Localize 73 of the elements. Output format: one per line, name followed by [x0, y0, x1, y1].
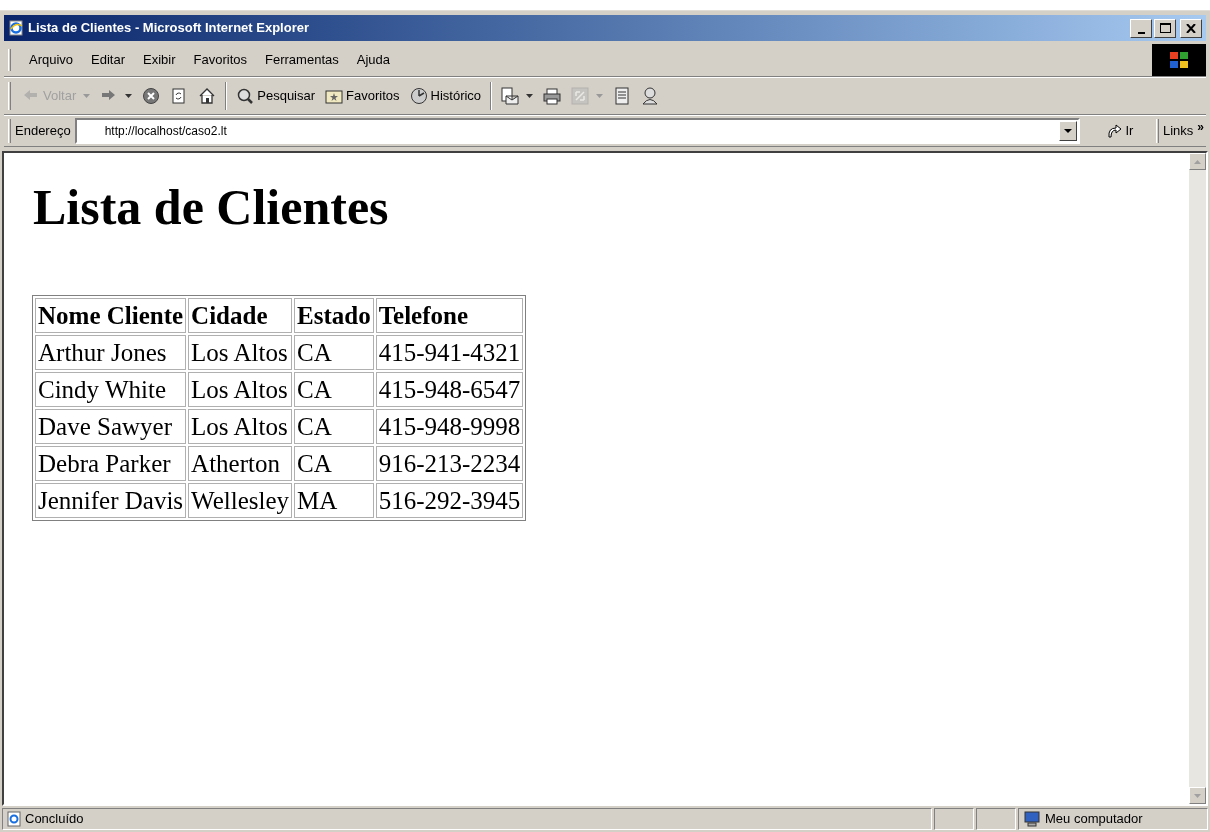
- arrow-icon: [1106, 123, 1123, 139]
- table-cell: Los Altos: [188, 409, 293, 444]
- table-cell: 415-948-6547: [375, 372, 524, 407]
- search-icon: [236, 87, 255, 105]
- dropdown-button[interactable]: [1058, 121, 1077, 141]
- column-header: Nome Cliente: [35, 298, 187, 333]
- column-header: Telefone: [375, 298, 524, 333]
- status-panel: Concluído: [2, 808, 932, 830]
- caret-icon: [526, 94, 534, 98]
- computer-icon: [1023, 811, 1041, 827]
- table-cell: CA: [294, 335, 374, 370]
- close-icon: [1186, 23, 1196, 33]
- maximize-button[interactable]: [1154, 18, 1176, 38]
- table-cell: 916-213-2234: [375, 446, 524, 481]
- page-icon: [7, 811, 21, 827]
- table-cell: CA: [294, 409, 374, 444]
- printer-icon: [543, 87, 562, 105]
- favorites-folder-icon: [325, 87, 344, 105]
- links-button[interactable]: Links »: [1162, 121, 1204, 141]
- window-title: Lista de Clientes - Microsoft Internet Explorer: [28, 19, 309, 38]
- page-heading: Lista de Clientes: [33, 178, 390, 237]
- table-cell: 415-948-9998: [375, 409, 524, 444]
- table-cell: Atherton: [188, 446, 293, 481]
- menu-item[interactable]: Editar: [83, 47, 134, 72]
- scroll-down-button[interactable]: [1189, 787, 1206, 804]
- menu-item[interactable]: Favoritos: [185, 47, 256, 72]
- table-cell: Cindy White: [35, 372, 187, 407]
- column-header: Estado: [294, 298, 374, 333]
- home-icon: [198, 87, 217, 105]
- column-header: Cidade: [188, 298, 293, 333]
- stop-icon: [142, 87, 161, 105]
- mail-icon: [501, 87, 520, 105]
- table-cell: 516-292-3945: [375, 483, 524, 518]
- down-arrow-icon: [1194, 793, 1201, 798]
- toolbar-button[interactable]: Pesquisar: [233, 81, 319, 111]
- go-button[interactable]: Ir: [1089, 118, 1150, 144]
- address-label: Endereço: [15, 122, 71, 141]
- table-cell: MA: [294, 483, 374, 518]
- menu-item[interactable]: Ferramentas: [257, 47, 347, 72]
- menu-item[interactable]: Exibir: [135, 47, 184, 72]
- caret-icon: [83, 94, 91, 98]
- windows-logo: [1152, 43, 1206, 76]
- person-icon: [641, 87, 660, 105]
- edit-icon: [571, 87, 590, 105]
- address-field[interactable]: http://localhost/caso2.lt: [74, 118, 1080, 144]
- menu-item[interactable]: Arquivo: [21, 47, 82, 72]
- caret-icon: [125, 94, 133, 98]
- browser-icon: [8, 20, 24, 36]
- clock-icon: [409, 87, 428, 105]
- status-panel: [976, 808, 1016, 830]
- minimize-button[interactable]: [1130, 18, 1152, 38]
- caret-icon: [1063, 129, 1072, 133]
- table-cell: Wellesley: [188, 483, 293, 518]
- toolbar-button[interactable]: Histórico: [406, 81, 485, 111]
- table-cell: Debra Parker: [35, 446, 187, 481]
- scrollbar[interactable]: [1189, 153, 1206, 804]
- table-cell: Dave Sawyer: [35, 409, 187, 444]
- scroll-up-button[interactable]: [1189, 153, 1206, 170]
- zone-panel: Meu computador: [1018, 808, 1208, 830]
- caret-icon: [596, 94, 604, 98]
- table-cell: Los Altos: [188, 335, 293, 370]
- up-arrow-icon: [1194, 159, 1201, 164]
- table-cell: CA: [294, 372, 374, 407]
- table-cell: Los Altos: [188, 372, 293, 407]
- toolbar-button[interactable]: Favoritos: [322, 81, 403, 111]
- close-button[interactable]: [1180, 18, 1202, 38]
- table-cell: 415-941-4321: [375, 335, 524, 370]
- table-cell: Arthur Jones: [35, 335, 187, 370]
- table-cell: CA: [294, 446, 374, 481]
- status-panel: [934, 808, 974, 830]
- table-cell: Jennifer Davis: [35, 483, 187, 518]
- menu-item[interactable]: Ajuda: [348, 47, 398, 72]
- document-icon: [613, 87, 632, 105]
